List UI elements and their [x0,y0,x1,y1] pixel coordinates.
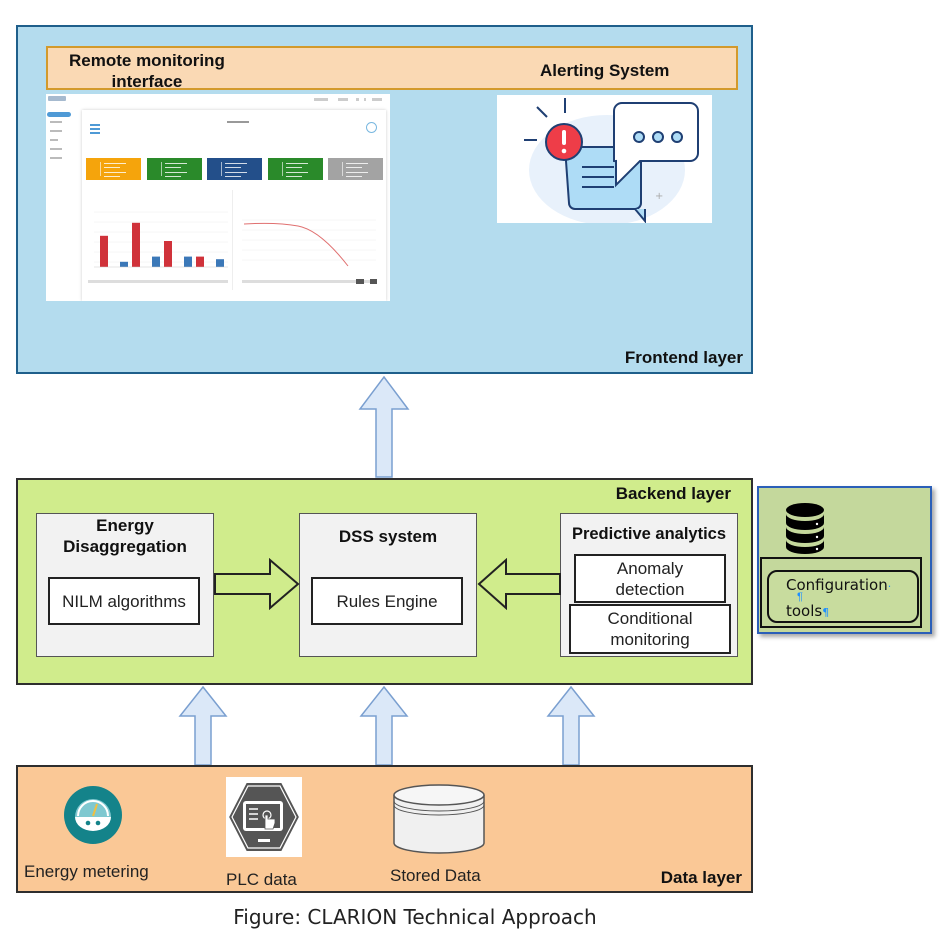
remote-monitoring-line2: interface [111,72,183,91]
figure-caption: Figure: CLARION Technical Approach [233,905,597,929]
conditional-monitoring-box: Conditional monitoring [569,604,731,654]
frontend-layer-label: Frontend layer [624,348,743,367]
line-chart-panel [236,190,382,290]
arrow-disaggregation-to-dss [214,558,300,610]
rules-engine-box: Rules Engine [311,577,463,625]
arrow-predictive-to-dss [477,558,561,610]
arrow-backend-to-frontend [358,376,410,478]
settings-gear-icon [366,122,377,133]
alerting-system-illustration: + [497,95,712,225]
kpi-card [86,158,141,180]
dss-system-module: DSS system Rules Engine [299,513,477,657]
database-icon [786,503,824,554]
formatting-dot: · [887,580,892,593]
dashboard-topbar [46,94,390,106]
anomaly-detection-line2: detection [615,579,685,599]
configuration-tools-box[interactable]: Configuration· ¶ tools¶ [767,570,919,623]
configuration-tools-line2: tools¶ [786,602,829,620]
dss-system-title: DSS system [338,527,438,546]
remote-monitoring-dashboard-screenshot [46,94,390,301]
data-layer: Data layer Energy metering PLC data Stor… [16,765,753,893]
conditional-monitoring-line2: monitoring [610,630,690,649]
dashboard-bar [216,259,224,267]
pilcrow-mark-end: ¶ [822,606,830,619]
backend-layer-label: Backend layer [615,484,731,503]
arrow-plc-to-backend [359,686,409,766]
storage-cylinder-icon [393,784,485,854]
gauge-icon [64,786,122,844]
tools-text: tools [786,602,823,620]
data-source-label-plc-data: PLC data [226,870,297,889]
hmi-touch-icon [226,777,302,857]
anomaly-detection-box: Anomaly detection [574,554,726,603]
predictive-analytics-module: Predictive analytics Anomaly detection C… [560,513,738,657]
dashboard-bar [196,256,204,267]
dashboard-panel [82,110,386,301]
bar-chart-panel [86,190,233,290]
kpi-card [207,158,262,180]
dashboard-sidebar [46,106,76,301]
data-source-label-stored-data: Stored Data [390,866,481,885]
anomaly-detection-line1: Anomaly [616,558,684,578]
conditional-monitoring-line1: Conditional [607,609,693,628]
kpi-card [328,158,383,180]
remote-monitoring-title: Remote monitoring interface [69,50,225,92]
dashboard-bar [132,222,140,267]
bar-chart [88,211,228,283]
predictive-analytics-title: Predictive analytics [571,525,727,543]
dashboard-title-text [227,121,249,123]
dashboard-scrollbar [88,280,228,283]
nilm-algorithms-box: NILM algorithms [48,577,200,625]
backend-layer: Backend layer Energy Disaggregation NILM… [16,478,753,685]
remote-monitoring-line1: Remote monitoring [69,51,225,70]
dashboard-bar [164,241,172,267]
line-series [243,222,349,267]
arrow-stored-data-to-backend [546,686,596,766]
dashboard-bar [100,235,108,267]
svg-text:+: + [655,191,663,202]
line-chart [242,219,377,284]
alert-chat-icon: + [524,98,699,225]
dashboard-bar [152,256,160,267]
hamburger-menu-icon [90,124,100,134]
kpi-card [146,158,202,180]
energy-disaggregation-title-line2: Disaggregation [63,537,187,556]
dashboard-bar [120,261,128,267]
arrow-energy-metering-to-backend [178,686,228,766]
kpi-card [267,158,323,180]
data-source-label-energy-metering: Energy metering [24,862,149,881]
energy-disaggregation-title-line1: Energy [96,516,154,535]
dashboard-logo [48,96,66,101]
energy-disaggregation-title: Energy Disaggregation [37,515,213,557]
frontend-banner: Remote monitoring interface Alerting Sys… [46,46,738,92]
alerting-system-title: Alerting System [540,61,670,80]
data-layer-label: Data layer [660,868,742,887]
energy-disaggregation-module: Energy Disaggregation NILM algorithms [36,513,214,657]
dashboard-bar [184,256,192,267]
